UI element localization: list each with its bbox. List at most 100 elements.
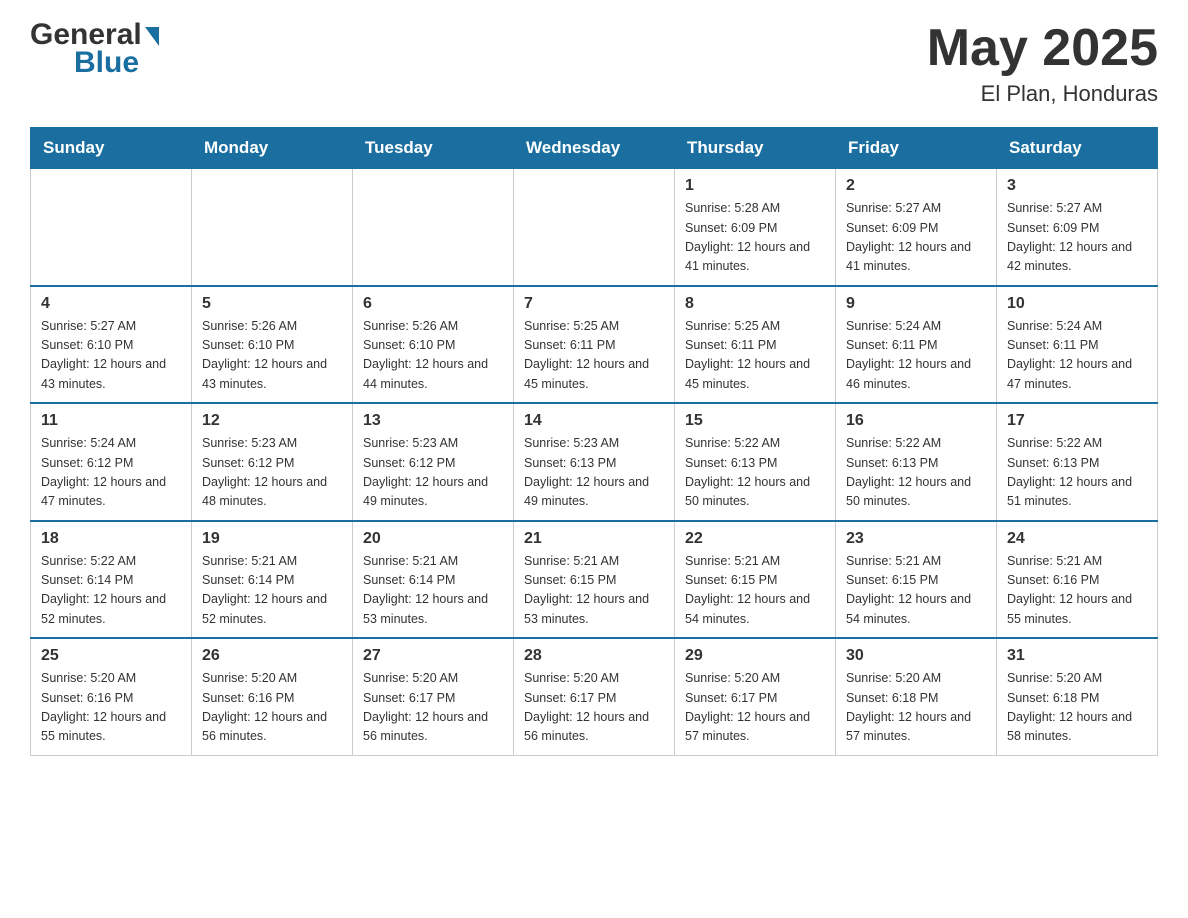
logo: General Blue bbox=[30, 20, 159, 80]
day-number: 28 bbox=[524, 647, 664, 665]
day-number: 20 bbox=[363, 530, 503, 548]
table-row: 9Sunrise: 5:24 AM Sunset: 6:11 PM Daylig… bbox=[836, 286, 997, 404]
day-number: 17 bbox=[1007, 412, 1147, 430]
table-row: 22 Sunrise: 5:21 AM Sunset: 6:15 PM Dayli… bbox=[675, 521, 836, 639]
logo-blue-text: Blue bbox=[74, 46, 139, 80]
table-row bbox=[514, 169, 675, 286]
logo-arrow-icon bbox=[145, 27, 159, 46]
day-info: Sunrise: 5:23 AM Sunset: 6:12 PM Dayligh… bbox=[363, 434, 503, 512]
header-tuesday: Tuesday bbox=[353, 128, 514, 169]
day-info: Sunrise: 5:21 AM Sunset: 6:14 PM Dayligh… bbox=[202, 552, 342, 630]
table-row: 5 Sunrise: 5:26 AM Sunset: 6:10 PM Daylig… bbox=[192, 286, 353, 404]
table-row: 18Sunrise: 5:22 AM Sunset: 6:14 PM Dayli… bbox=[31, 521, 192, 639]
table-row: 30 Sunrise: 5:20 AM Sunset: 6:18 PM Dayli… bbox=[836, 638, 997, 755]
day-number: 5 bbox=[202, 295, 342, 313]
day-number: 21 bbox=[524, 530, 664, 548]
day-number: 15 bbox=[685, 412, 825, 430]
day-number: 10 bbox=[1007, 295, 1147, 313]
day-number: 11 bbox=[41, 412, 181, 430]
table-row: 23 Sunrise: 5:21 AM Sunset: 6:15 PM Dayli… bbox=[836, 521, 997, 639]
day-info: Sunrise: 5:21 AM Sunset: 6:15 PM Dayligh… bbox=[685, 552, 825, 630]
day-number: 16 bbox=[846, 412, 986, 430]
day-info: Sunrise: 5:20 AM Sunset: 6:17 PM Dayligh… bbox=[685, 669, 825, 747]
table-row bbox=[353, 169, 514, 286]
day-info: Sunrise: 5:21 AM Sunset: 6:16 PM Dayligh… bbox=[1007, 552, 1147, 630]
page-header: General Blue May 2025 El Plan, Honduras bbox=[30, 20, 1158, 107]
table-row: 31 Sunrise: 5:20 AM Sunset: 6:18 PM Dayli… bbox=[997, 638, 1158, 755]
day-number: 1 bbox=[685, 177, 825, 195]
day-number: 31 bbox=[1007, 647, 1147, 665]
table-row: 12 Sunrise: 5:23 AM Sunset: 6:12 PM Dayli… bbox=[192, 403, 353, 521]
header-sunday: Sunday bbox=[31, 128, 192, 169]
day-info: Sunrise: 5:22 AM Sunset: 6:13 PM Dayligh… bbox=[1007, 434, 1147, 512]
table-row: 17 Sunrise: 5:22 AM Sunset: 6:13 PM Dayli… bbox=[997, 403, 1158, 521]
title-section: May 2025 El Plan, Honduras bbox=[927, 20, 1158, 107]
table-row bbox=[192, 169, 353, 286]
day-number: 8 bbox=[685, 295, 825, 313]
day-info: Sunrise: 5:20 AM Sunset: 6:16 PM Dayligh… bbox=[202, 669, 342, 747]
day-info: Sunrise: 5:25 AM Sunset: 6:11 PM Dayligh… bbox=[524, 317, 664, 395]
day-number: 18 bbox=[41, 530, 181, 548]
table-row: 19 Sunrise: 5:21 AM Sunset: 6:14 PM Dayli… bbox=[192, 521, 353, 639]
table-row: 26 Sunrise: 5:20 AM Sunset: 6:16 PM Dayli… bbox=[192, 638, 353, 755]
day-number: 3 bbox=[1007, 177, 1147, 195]
location-subtitle: El Plan, Honduras bbox=[927, 81, 1158, 107]
header-monday: Monday bbox=[192, 128, 353, 169]
day-info: Sunrise: 5:28 AM Sunset: 6:09 PM Dayligh… bbox=[685, 199, 825, 277]
table-row: 6 Sunrise: 5:26 AM Sunset: 6:10 PM Daylig… bbox=[353, 286, 514, 404]
day-number: 19 bbox=[202, 530, 342, 548]
day-info: Sunrise: 5:23 AM Sunset: 6:13 PM Dayligh… bbox=[524, 434, 664, 512]
table-row: 8 Sunrise: 5:25 AM Sunset: 6:11 PM Daylig… bbox=[675, 286, 836, 404]
table-row bbox=[31, 169, 192, 286]
header-saturday: Saturday bbox=[997, 128, 1158, 169]
calendar-week-row: 4Sunrise: 5:27 AM Sunset: 6:10 PM Daylig… bbox=[31, 286, 1158, 404]
day-info: Sunrise: 5:20 AM Sunset: 6:18 PM Dayligh… bbox=[1007, 669, 1147, 747]
table-row: 2Sunrise: 5:27 AM Sunset: 6:09 PM Daylig… bbox=[836, 169, 997, 286]
table-row: 16 Sunrise: 5:22 AM Sunset: 6:13 PM Dayli… bbox=[836, 403, 997, 521]
day-number: 30 bbox=[846, 647, 986, 665]
day-number: 6 bbox=[363, 295, 503, 313]
day-number: 26 bbox=[202, 647, 342, 665]
day-info: Sunrise: 5:26 AM Sunset: 6:10 PM Dayligh… bbox=[363, 317, 503, 395]
calendar-header-row: Sunday Monday Tuesday Wednesday Thursday… bbox=[31, 128, 1158, 169]
day-info: Sunrise: 5:26 AM Sunset: 6:10 PM Dayligh… bbox=[202, 317, 342, 395]
calendar-week-row: 11 Sunrise: 5:24 AM Sunset: 6:12 PM Dayli… bbox=[31, 403, 1158, 521]
day-info: Sunrise: 5:20 AM Sunset: 6:17 PM Dayligh… bbox=[363, 669, 503, 747]
calendar-week-row: 18Sunrise: 5:22 AM Sunset: 6:14 PM Dayli… bbox=[31, 521, 1158, 639]
day-number: 7 bbox=[524, 295, 664, 313]
day-number: 29 bbox=[685, 647, 825, 665]
day-number: 25 bbox=[41, 647, 181, 665]
table-row: 28Sunrise: 5:20 AM Sunset: 6:17 PM Dayli… bbox=[514, 638, 675, 755]
day-number: 14 bbox=[524, 412, 664, 430]
day-info: Sunrise: 5:20 AM Sunset: 6:18 PM Dayligh… bbox=[846, 669, 986, 747]
table-row: 20 Sunrise: 5:21 AM Sunset: 6:14 PM Dayli… bbox=[353, 521, 514, 639]
day-info: Sunrise: 5:27 AM Sunset: 6:09 PM Dayligh… bbox=[846, 199, 986, 277]
table-row: 24 Sunrise: 5:21 AM Sunset: 6:16 PM Dayli… bbox=[997, 521, 1158, 639]
day-info: Sunrise: 5:25 AM Sunset: 6:11 PM Dayligh… bbox=[685, 317, 825, 395]
day-info: Sunrise: 5:23 AM Sunset: 6:12 PM Dayligh… bbox=[202, 434, 342, 512]
table-row: 7 Sunrise: 5:25 AM Sunset: 6:11 PM Daylig… bbox=[514, 286, 675, 404]
table-row: 3 Sunrise: 5:27 AM Sunset: 6:09 PM Daylig… bbox=[997, 169, 1158, 286]
calendar-table: Sunday Monday Tuesday Wednesday Thursday… bbox=[30, 127, 1158, 756]
day-number: 22 bbox=[685, 530, 825, 548]
day-number: 24 bbox=[1007, 530, 1147, 548]
table-row: 25Sunrise: 5:20 AM Sunset: 6:16 PM Dayli… bbox=[31, 638, 192, 755]
day-info: Sunrise: 5:27 AM Sunset: 6:09 PM Dayligh… bbox=[1007, 199, 1147, 277]
calendar-week-row: 1 Sunrise: 5:28 AM Sunset: 6:09 PM Daylig… bbox=[31, 169, 1158, 286]
day-number: 12 bbox=[202, 412, 342, 430]
day-info: Sunrise: 5:21 AM Sunset: 6:15 PM Dayligh… bbox=[846, 552, 986, 630]
day-info: Sunrise: 5:24 AM Sunset: 6:12 PM Dayligh… bbox=[41, 434, 181, 512]
table-row: 29 Sunrise: 5:20 AM Sunset: 6:17 PM Dayli… bbox=[675, 638, 836, 755]
day-number: 13 bbox=[363, 412, 503, 430]
day-info: Sunrise: 5:24 AM Sunset: 6:11 PM Dayligh… bbox=[846, 317, 986, 395]
day-info: Sunrise: 5:22 AM Sunset: 6:13 PM Dayligh… bbox=[846, 434, 986, 512]
table-row: 4Sunrise: 5:27 AM Sunset: 6:10 PM Daylig… bbox=[31, 286, 192, 404]
day-info: Sunrise: 5:21 AM Sunset: 6:15 PM Dayligh… bbox=[524, 552, 664, 630]
table-row: 14 Sunrise: 5:23 AM Sunset: 6:13 PM Dayli… bbox=[514, 403, 675, 521]
day-info: Sunrise: 5:21 AM Sunset: 6:14 PM Dayligh… bbox=[363, 552, 503, 630]
table-row: 10Sunrise: 5:24 AM Sunset: 6:11 PM Dayli… bbox=[997, 286, 1158, 404]
day-number: 23 bbox=[846, 530, 986, 548]
month-year-title: May 2025 bbox=[927, 20, 1158, 77]
header-wednesday: Wednesday bbox=[514, 128, 675, 169]
header-friday: Friday bbox=[836, 128, 997, 169]
